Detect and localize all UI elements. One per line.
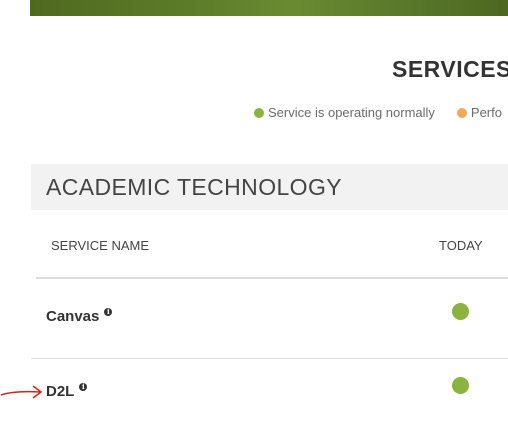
service-name-label[interactable]: Canvas — [46, 308, 99, 325]
orange-status-dot-icon — [456, 107, 467, 118]
table-header-divider — [36, 277, 508, 279]
legend-label-normal: Service is operating normally — [268, 105, 435, 120]
table-row-canvas[interactable]: Canvas i — [46, 308, 113, 325]
legend-label-performance: Perfo — [470, 105, 502, 120]
info-icon[interactable]: i — [104, 308, 113, 316]
row-divider — [31, 358, 508, 359]
info-icon[interactable]: i — [79, 383, 88, 391]
page: SERVICES Service is operating normally P… — [0, 0, 508, 421]
column-header-today: TODAY — [439, 238, 483, 253]
category-header: ACADEMIC TECHNOLOGY — [31, 164, 508, 210]
page-title: SERVICES — [392, 56, 508, 82]
green-status-dot-icon — [254, 107, 264, 118]
table-row-d2l[interactable]: D2L i — [46, 383, 88, 400]
status-indicator-icon[interactable] — [452, 303, 469, 320]
service-name-label[interactable]: D2L — [46, 383, 74, 400]
column-header-service-name: SERVICE NAME — [51, 238, 150, 253]
annotation-arrow-icon — [0, 385, 43, 399]
status-legend: Service is operating normally Perfo — [254, 105, 502, 120]
category-title: ACADEMIC TECHNOLOGY — [46, 174, 342, 200]
header-banner — [30, 0, 508, 16]
status-indicator-icon[interactable] — [452, 377, 469, 394]
